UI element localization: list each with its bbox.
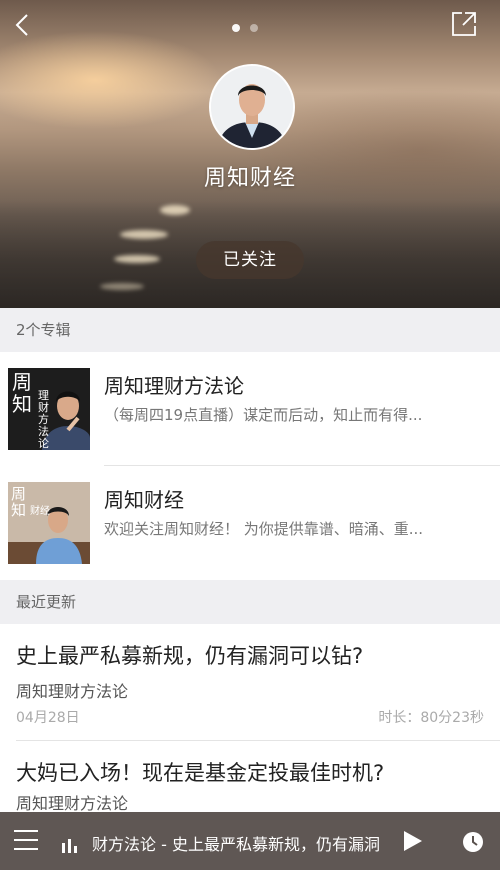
album-cover-text: 周 — [12, 370, 32, 394]
track-title: 史上最严私募新规，仍有漏洞可以钻? — [16, 644, 364, 668]
albums-section-header: 2个专辑 — [0, 308, 500, 352]
background-light — [160, 205, 190, 215]
album-description: 欢迎关注周知财经！ 为你提供靠谱、暗涌、重... — [104, 520, 424, 538]
background-light — [100, 283, 144, 290]
share-icon[interactable] — [450, 10, 478, 38]
track-date: 04月28日 — [16, 710, 80, 726]
album-title: 周知财经 — [104, 488, 184, 512]
person-avatar-image — [211, 66, 293, 148]
track-album: 周知理财方法论 — [16, 682, 129, 701]
page-dot[interactable] — [250, 24, 258, 32]
back-icon[interactable] — [10, 12, 36, 38]
page-indicator — [232, 24, 258, 32]
track-item[interactable]: 史上最严私募新规，仍有漏洞可以钻? 周知理财方法论 04月28日 时长：80分2… — [0, 624, 500, 740]
album-item[interactable]: 周知 财经 周知财经 欢迎关注周知财经！ 为你提供靠谱、暗涌、重... — [0, 466, 500, 580]
play-icon[interactable] — [400, 829, 424, 853]
mini-player: 财方法论 - 史上最严私募新规，仍有漏洞 — [0, 812, 500, 870]
track-title: 大妈已入场！现在是基金定投最佳时机? — [16, 761, 385, 785]
album-cover-text: 理财方法论 — [38, 390, 50, 450]
channel-header: 周知财经 已关注 — [0, 0, 500, 308]
recent-section-header: 最近更新 — [0, 580, 500, 624]
track-album: 周知理财方法论 — [16, 794, 129, 813]
now-playing-text[interactable]: 财方法论 - 史上最严私募新规，仍有漏洞 — [92, 831, 387, 855]
album-cover-char: 论 — [38, 437, 49, 450]
album-cover-char: 知 — [11, 501, 27, 519]
menu-icon[interactable] — [14, 830, 38, 852]
follow-button[interactable]: 已关注 — [196, 241, 304, 279]
background-light — [120, 230, 168, 239]
album-cover-char: 财 — [30, 506, 40, 517]
channel-name: 周知财经 — [203, 166, 296, 191]
album-cover-text: 财经 — [30, 506, 50, 517]
playlist-bars-icon[interactable] — [60, 837, 80, 853]
background-light — [114, 255, 160, 263]
album-item[interactable]: 周 知 理财方法论 周知理财方法论 （每周四19点直播）谋定而后动，知止而有得.… — [0, 352, 500, 466]
album-cover: 周 知 理财方法论 — [8, 368, 90, 450]
album-cover: 周知 财经 — [8, 482, 90, 564]
clock-icon[interactable] — [462, 831, 484, 853]
track-duration: 时长：80分23秒 — [378, 710, 484, 726]
album-cover-text: 周知 — [11, 486, 26, 518]
album-cover-text: 知 — [12, 392, 32, 416]
album-description: （每周四19点直播）谋定而后动，知止而有得... — [104, 406, 423, 424]
album-cover-char: 经 — [40, 506, 50, 517]
channel-avatar[interactable] — [209, 64, 295, 150]
album-title: 周知理财方法论 — [104, 374, 244, 398]
page-dot[interactable] — [232, 24, 240, 32]
track-item[interactable]: 大妈已入场！现在是基金定投最佳时机? 周知理财方法论 — [0, 741, 500, 813]
